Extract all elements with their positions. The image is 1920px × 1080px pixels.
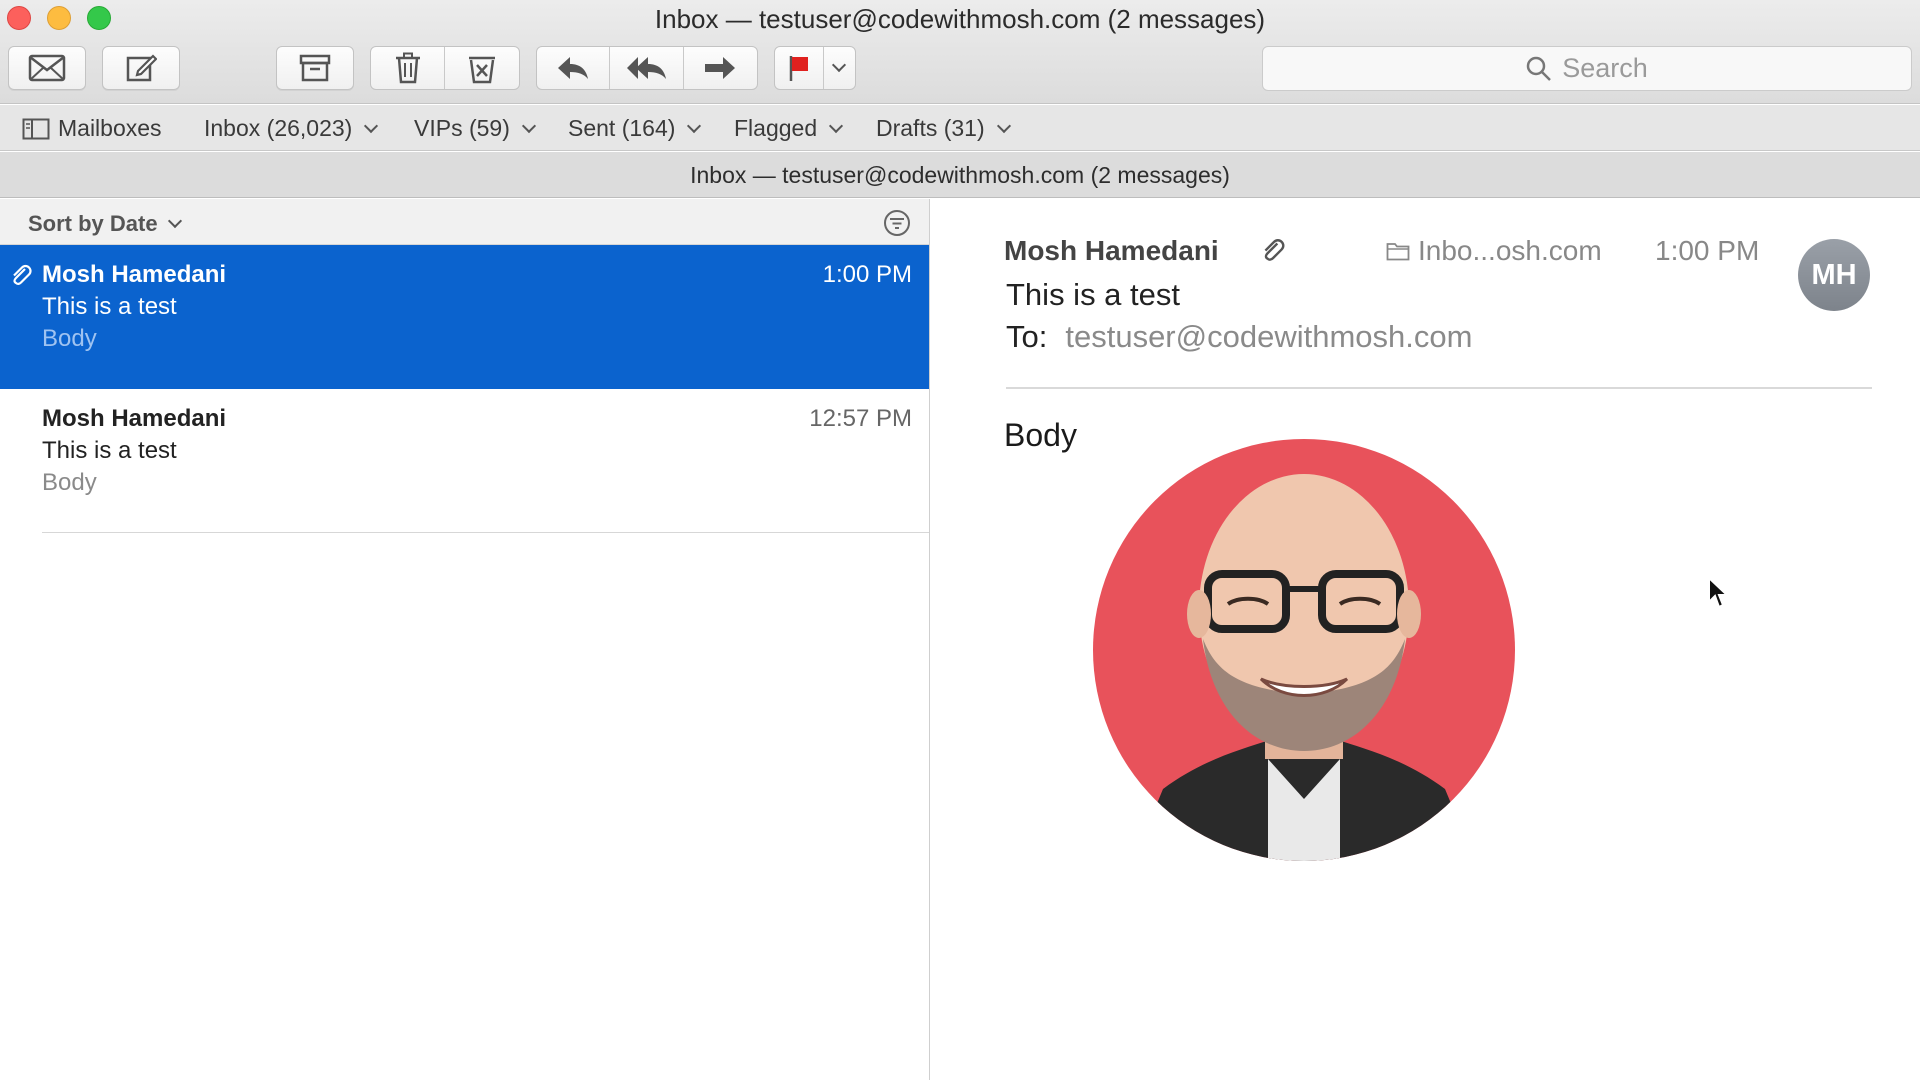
compose-button[interactable] [102,46,180,90]
title-bar: Inbox — testuser@codewithmosh.com (2 mes… [0,0,1920,104]
favorite-vips[interactable]: VIPs (59) [414,115,536,142]
mailboxes-label: Mailboxes [58,115,162,141]
favorite-label: Drafts (31) [876,115,985,141]
flag-group [774,46,856,90]
filter-icon[interactable] [883,209,911,237]
mailboxes-toggle[interactable]: Mailboxes [22,115,162,142]
chevron-down-icon [687,118,702,133]
to-label: To: [1006,319,1048,354]
window-title: Inbox — testuser@codewithmosh.com (2 mes… [654,4,1266,34]
archive-icon [299,54,331,82]
viewer-subject: This is a test [1006,277,1180,312]
favorite-flagged[interactable]: Flagged [734,115,844,142]
reply-button[interactable] [537,47,611,89]
favorite-label: VIPs (59) [414,115,510,141]
message-sender: Mosh Hamedani [42,405,227,432]
envelope-icon [28,54,66,82]
chevron-down-icon [167,213,182,229]
sort-bar: Sort by Date [0,199,929,245]
junk-button[interactable] [445,47,519,89]
flag-button[interactable] [775,47,824,89]
message-subject: This is a test [42,293,177,320]
chevron-down-icon [996,118,1011,133]
reply-all-icon [626,57,666,79]
message-row[interactable]: Mosh Hamedani 1:00 PM This is a test Bod… [0,245,929,389]
row-divider [42,532,929,533]
chevron-down-icon [364,118,379,133]
sort-menu[interactable]: Sort by Date [28,211,182,237]
message-time: 12:57 PM [809,405,912,432]
reply-icon [558,57,589,79]
favorite-sent[interactable]: Sent (164) [568,115,702,142]
reply-group [536,46,758,90]
favorite-label: Sent (164) [568,115,676,141]
delete-junk-group [370,46,520,90]
reply-all-button[interactable] [610,47,684,89]
mouse-cursor-icon [1708,576,1730,609]
favorite-label: Flagged [734,115,818,141]
viewer-mailbox[interactable]: Inbo...osh.com [1386,235,1602,267]
message-preview: Body [42,469,97,496]
favorites-bar: Mailboxes Inbox (26,023) VIPs (59) Sent … [0,105,1920,151]
sidebar-icon [22,118,50,139]
mailbox-subtitle: Inbox — testuser@codewithmosh.com (2 mes… [0,152,1920,198]
avatar: MH [1798,239,1870,311]
message-row[interactable]: Mosh Hamedani 12:57 PM This is a test Bo… [0,389,929,533]
viewer-recipients: To: testuser@codewithmosh.com [1006,319,1472,355]
message-time: 1:00 PM [822,261,912,288]
message-sender: Mosh Hamedani [42,261,227,288]
archive-button[interactable] [276,46,354,90]
paperclip-icon [13,264,32,285]
chevron-down-icon [832,57,847,73]
paperclip-icon[interactable] [1261,237,1285,263]
chevron-down-icon [829,118,844,133]
message-subject: This is a test [42,437,177,464]
search-field[interactable]: Search [1262,46,1912,91]
chevron-down-icon [521,118,536,133]
search-icon [1526,56,1552,81]
header-divider [1006,387,1872,389]
viewer-mailbox-label: Inbo...osh.com [1418,235,1602,266]
sort-label: Sort by Date [28,211,158,236]
folder-icon [1386,243,1410,261]
trash-icon [395,52,420,84]
get-mail-button[interactable] [8,46,86,90]
favorite-inbox[interactable]: Inbox (26,023) [204,115,379,142]
to-address[interactable]: testuser@codewithmosh.com [1065,319,1472,355]
forward-button[interactable] [684,47,757,89]
viewer-time: 1:00 PM [1655,235,1760,266]
flag-icon [789,56,808,81]
compose-icon [126,54,157,82]
favorite-drafts[interactable]: Drafts (31) [876,115,1011,142]
message-preview: Body [42,325,97,352]
message-body: Body [1004,417,1077,453]
forward-icon [705,57,736,79]
flag-menu-button[interactable] [824,47,855,89]
message-viewer: Mosh Hamedani Inbo...osh.com 1:00 PM MH … [931,199,1920,1080]
message-list: Sort by Date Mosh Hamedani 1:00 PM This … [0,199,930,1080]
profile-photo [1093,439,1515,861]
delete-button[interactable] [371,47,445,89]
junk-icon [469,56,495,84]
viewer-sender: Mosh Hamedani [1004,235,1219,266]
favorite-label: Inbox (26,023) [204,115,353,141]
search-placeholder: Search [1562,53,1648,83]
